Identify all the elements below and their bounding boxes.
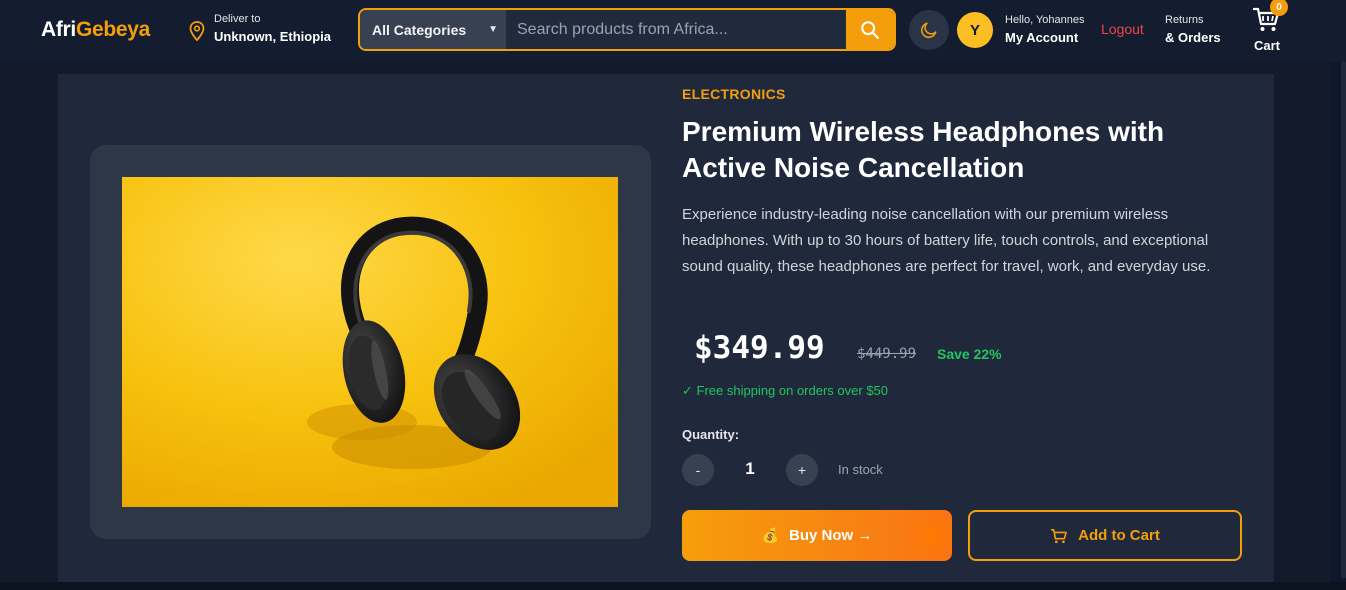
map-pin-icon <box>189 21 205 42</box>
orders-label: & Orders <box>1165 30 1221 45</box>
cart-icon <box>1051 528 1068 543</box>
logo-text-afri: Afri <box>41 18 76 41</box>
cart-count-badge: 0 <box>1270 0 1288 16</box>
logout-link[interactable]: Logout <box>1101 21 1144 37</box>
category-select-value: All Categories <box>372 21 467 38</box>
button-glow <box>902 510 952 561</box>
search-button[interactable] <box>846 10 894 49</box>
headphones-image <box>122 177 618 507</box>
top-navbar: AfriGebeya Deliver to Unknown, Ethiopia … <box>0 0 1346 62</box>
buy-now-button[interactable]: 💰 Buy Now → <box>682 510 952 561</box>
product-title: Premium Wireless Headphones with Active … <box>682 116 1165 183</box>
site-logo[interactable]: AfriGebeya <box>41 18 150 42</box>
search-bar: All Categories ▼ <box>358 8 896 51</box>
add-to-cart-label: Add to Cart <box>1078 527 1160 544</box>
discount-badge: Save 22% <box>937 346 1002 362</box>
buy-now-label: Buy Now → <box>789 527 873 544</box>
returns-label: Returns <box>1165 14 1204 26</box>
deliver-label: Deliver to <box>214 13 261 25</box>
cart-button[interactable]: 0 Cart <box>1248 0 1288 56</box>
moon-icon <box>921 22 937 38</box>
chevron-down-icon: ▼ <box>488 24 498 35</box>
product-description: Experience industry-leading noise cancel… <box>682 206 1211 275</box>
quantity-value: 1 <box>745 459 755 478</box>
quantity-label: Quantity: <box>682 427 740 442</box>
product-image[interactable] <box>122 177 618 507</box>
original-price: $449.99 <box>857 346 917 362</box>
free-shipping-note: ✓ Free shipping on orders over $50 <box>682 383 889 398</box>
add-to-cart-button[interactable]: Add to Cart <box>968 510 1242 561</box>
theme-toggle-button[interactable] <box>909 10 949 50</box>
deliver-location: Unknown, Ethiopia <box>214 29 331 44</box>
stock-status: In stock <box>838 462 883 477</box>
logo-text-gebeya: Gebeya <box>75 18 151 41</box>
greeting-text: Hello, Yohannes <box>1005 14 1085 26</box>
search-icon <box>861 20 879 39</box>
cart-label: Cart <box>1254 38 1281 53</box>
quantity-increment-button[interactable]: + <box>786 454 818 486</box>
deliver-to-location[interactable]: Deliver to Unknown, Ethiopia <box>188 12 331 46</box>
user-avatar[interactable]: Y <box>957 12 993 48</box>
returns-orders-link[interactable]: Returns & Orders <box>1165 13 1221 47</box>
category-select[interactable]: All Categories ▼ <box>360 10 506 49</box>
quantity-decrement-button[interactable]: - <box>682 454 714 486</box>
vertical-scrollbar[interactable] <box>1341 62 1346 578</box>
search-input[interactable] <box>506 10 846 49</box>
account-menu[interactable]: Hello, Yohannes My Account <box>1005 13 1085 47</box>
product-category[interactable]: ELECTRONICS <box>682 86 786 102</box>
my-account-link: My Account <box>1005 30 1079 45</box>
current-price: $349.99 <box>694 330 825 366</box>
window-bottom-bar <box>0 582 1346 590</box>
money-bag-icon: 💰 <box>761 527 780 543</box>
